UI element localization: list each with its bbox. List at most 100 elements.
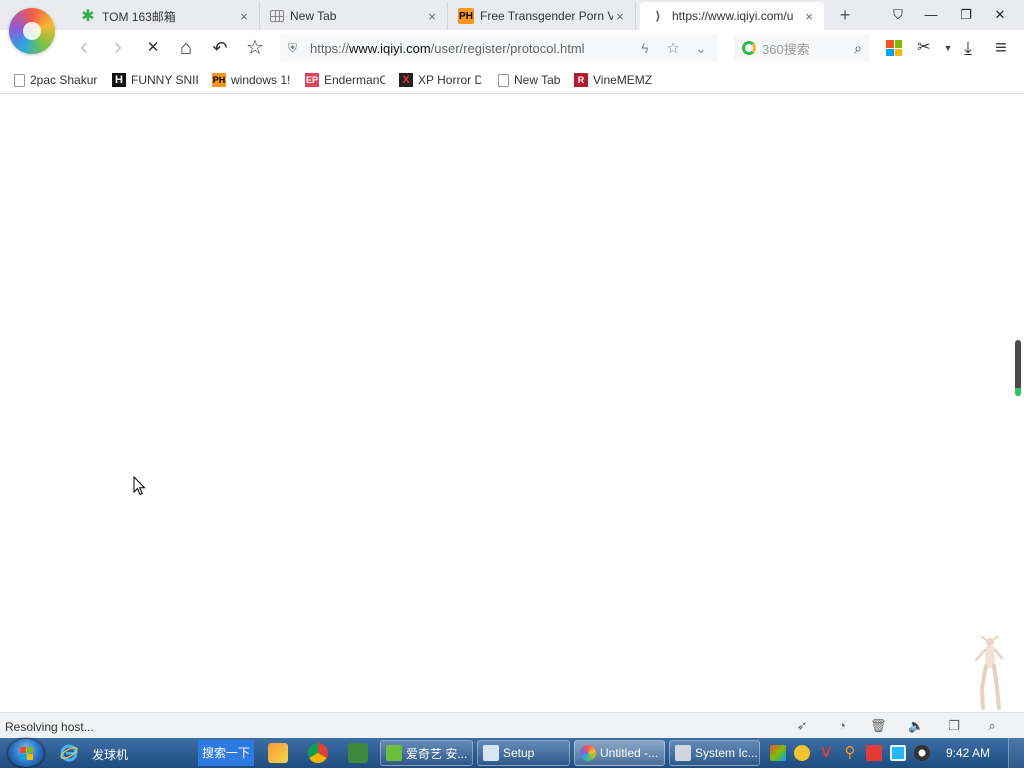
bookmark-label: VineMEMZ	[593, 73, 653, 87]
tray-monitor-icon[interactable]	[890, 745, 906, 761]
rocket-icon[interactable]: ➶	[794, 718, 810, 734]
show-desktop-button[interactable]	[1008, 738, 1024, 768]
grid-favicon-icon	[270, 10, 284, 22]
favorites-button[interactable]: ☆	[245, 38, 265, 58]
minimize-button[interactable]: —	[922, 6, 940, 24]
zoom-icon[interactable]: ⌕	[984, 718, 1000, 734]
home-button[interactable]: ⌂	[176, 38, 196, 58]
vine-icon: R	[574, 73, 588, 87]
tab-new-tab[interactable]: New Tab ×	[260, 2, 448, 30]
tray-plus-icon[interactable]	[794, 745, 810, 761]
task-label: Setup	[503, 746, 535, 760]
mouse-cursor-icon	[133, 476, 146, 496]
search-box[interactable]: 360搜索 ⌕	[734, 34, 870, 62]
tab-title: New Tab	[290, 9, 337, 23]
bookmark-label: windows 1!	[231, 73, 291, 87]
task-setup[interactable]: Setup	[477, 740, 570, 766]
chevron-down-icon[interactable]: ⌄	[692, 40, 710, 57]
url-path: /user/register/protocol.html	[430, 40, 585, 56]
tray-v-icon[interactable]: V	[818, 745, 834, 761]
bookmark-label: 2pac Shakur	[30, 73, 98, 87]
tom-app-icon[interactable]	[348, 743, 368, 763]
tab-title: Free Transgender Porn Vi	[480, 9, 613, 23]
search-icon[interactable]: ⌕	[854, 40, 862, 57]
h-icon: H	[112, 73, 126, 87]
volume-icon[interactable]: 🔈	[908, 718, 924, 734]
tray-search-icon[interactable]: ⚲	[842, 745, 858, 761]
bookmark-2pac[interactable]: 2pac Shakur	[14, 71, 98, 89]
ep-icon: EP	[305, 73, 319, 87]
ie-icon[interactable]	[60, 744, 78, 762]
back-button[interactable]: ‹	[74, 35, 94, 59]
stop-button[interactable]: ✕	[143, 38, 163, 58]
url-prefix: https://	[310, 40, 350, 56]
tray-app-icon[interactable]	[770, 745, 786, 761]
bookmark-xp-horror[interactable]: X XP Horror D	[399, 71, 481, 89]
bookmark-star-icon[interactable]: ☆	[664, 39, 682, 57]
page-content	[0, 95, 1024, 712]
address-bar[interactable]: ⛨ https://www.iqiyi.com/user/register/pr…	[280, 34, 718, 62]
speed-icon[interactable]: ◔	[834, 718, 850, 734]
task-label: 爱奇艺 安...	[406, 746, 468, 761]
task-label: System Ic...	[695, 746, 758, 760]
taskbar-search-button[interactable]: 搜索一下	[198, 740, 254, 766]
url-text[interactable]: https://www.iqiyi.com/user/register/prot…	[310, 41, 626, 56]
task-system-icons[interactable]: System Ic...	[669, 740, 760, 766]
iqiyi-icon	[386, 745, 402, 761]
bookmarks-bar: 2pac Shakur H FUNNY SNIP PH windows 1! E…	[0, 66, 1024, 94]
task-iqiyi[interactable]: 爱奇艺 安...	[380, 740, 473, 766]
close-window-button[interactable]: ✕	[991, 6, 1009, 24]
tab-tom-mail[interactable]: ✱ TOM 163邮箱 ×	[70, 2, 260, 30]
status-text: Resolving host...	[5, 720, 94, 734]
apps-grid-icon[interactable]	[886, 40, 902, 56]
bookmark-vinememz[interactable]: R VineMEMZ	[574, 71, 658, 89]
task-label: Untitled -...	[600, 746, 659, 760]
loading-spinner-icon: ⟩	[655, 9, 661, 23]
tom-favicon-icon: ✱	[81, 8, 95, 25]
bookmark-funny-snip[interactable]: H FUNNY SNIP	[112, 71, 198, 89]
browser-icon	[580, 745, 596, 761]
tab-iqiyi-active[interactable]: ⟩ https://www.iqiyi.com/u ×	[640, 2, 824, 30]
restore-button[interactable]: ❐	[957, 6, 975, 24]
tray-speaker-icon[interactable]	[914, 745, 930, 761]
app-quicklaunch-icon[interactable]	[268, 743, 288, 763]
download-icon[interactable]: ⤓	[958, 38, 978, 58]
clock[interactable]: 9:42 AM	[946, 746, 990, 760]
ph-icon: PH	[212, 73, 226, 87]
skin-icon[interactable]: ⛉	[889, 6, 907, 24]
chevron-down-icon[interactable]: ▼	[938, 38, 958, 58]
task-untitled-browser[interactable]: Untitled -...	[574, 740, 665, 766]
tab-close-icon[interactable]: ×	[613, 9, 627, 24]
chrome-icon[interactable]	[308, 743, 328, 763]
bookmark-label: EndermanC	[324, 73, 385, 87]
tab-ph[interactable]: PH Free Transgender Porn Vi ×	[448, 2, 636, 30]
url-host: www.iqiyi.com	[349, 40, 431, 56]
xp-icon: X	[399, 73, 413, 87]
start-button[interactable]	[8, 739, 44, 767]
undo-close-button[interactable]: ↶	[210, 38, 230, 58]
trash-icon[interactable]: 🗑	[870, 718, 887, 734]
desktop-pet-figure-icon	[974, 636, 1004, 710]
bookmark-new-tab[interactable]: New Tab	[498, 71, 566, 89]
bookmark-windows[interactable]: PH windows 1!	[212, 71, 292, 89]
scissors-icon[interactable]: ✂	[914, 38, 934, 58]
bookmark-endermanch[interactable]: EP EndermanC	[305, 71, 385, 89]
forward-button[interactable]: ›	[108, 35, 128, 59]
navigation-toolbar: ‹ › ✕ ⌂ ↶ ☆ ⛨ https://www.iqiyi.com/user…	[0, 30, 1024, 66]
tab-close-icon[interactable]: ×	[802, 9, 816, 24]
tab-close-icon[interactable]: ×	[237, 9, 251, 24]
browser-logo-icon[interactable]	[9, 8, 55, 54]
bookmark-label: New Tab	[514, 73, 561, 87]
page-icon	[14, 73, 25, 87]
tray-flag-icon[interactable]	[866, 745, 882, 761]
page-icon	[498, 73, 509, 87]
lightning-icon[interactable]: ϟ	[636, 40, 654, 56]
search-input[interactable]: 360搜索	[762, 39, 854, 58]
scrollbar-thumb[interactable]	[1015, 340, 1021, 396]
menu-button[interactable]: ≡	[991, 38, 1011, 58]
tab-close-icon[interactable]: ×	[425, 9, 439, 24]
computer-icon	[675, 745, 691, 761]
window-icon[interactable]: ❐	[946, 718, 962, 734]
new-tab-button[interactable]: +	[836, 5, 854, 25]
ie-label[interactable]: 发球机	[92, 746, 128, 763]
